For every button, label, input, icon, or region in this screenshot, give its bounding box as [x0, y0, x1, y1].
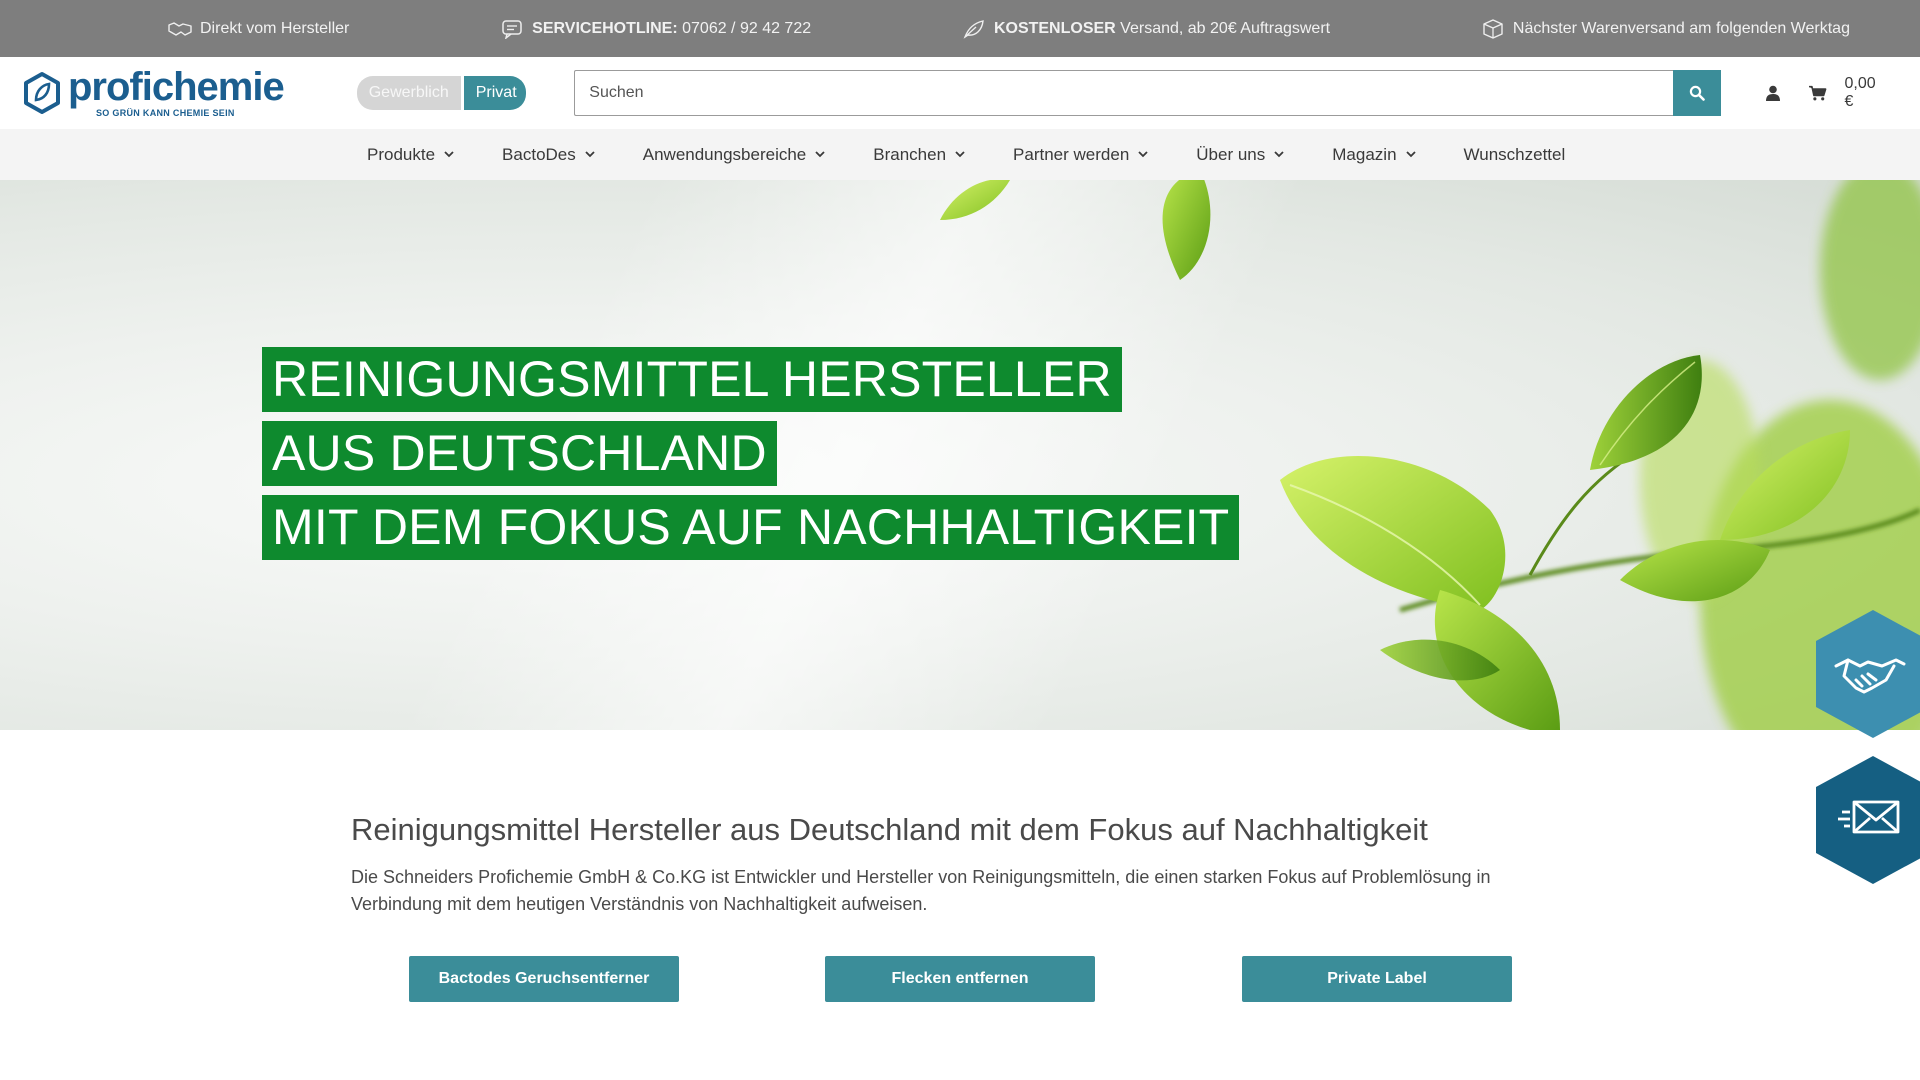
nav-item-branchen[interactable]: Branchen	[873, 145, 965, 165]
search-button[interactable]	[1673, 70, 1722, 116]
usp-manufacturer: Direkt vom Hersteller	[168, 19, 349, 39]
shipping-label: KOSTENLOSER	[993, 19, 1116, 37]
cta-row: Bactodes Geruchsentferner Flecken entfer…	[0, 956, 1920, 1002]
search-input[interactable]	[574, 70, 1674, 116]
main-navigation: Produkte BactoDes Anwendungsbereiche Bra…	[0, 129, 1920, 180]
nav-item-produkte[interactable]: Produkte	[367, 145, 454, 165]
handshake-icon	[1816, 610, 1920, 738]
mail-icon	[1816, 756, 1920, 884]
hero-line-1: REINIGUNGSMITTEL HERSTELLER	[262, 347, 1122, 412]
cart-icon	[1808, 85, 1827, 101]
handshake-icon	[168, 21, 192, 36]
nav-item-wunschzettel[interactable]: Wunschzettel	[1464, 145, 1566, 165]
usp-shipping: KOSTENLOSER Versand, ab 20€ Auftragswert	[962, 19, 1330, 39]
usp-dispatch: Nächster Warenversand am folgenden Werkt…	[1481, 18, 1850, 39]
cart-button[interactable]: 0,00 €	[1808, 75, 1888, 111]
chevron-down-icon	[585, 151, 595, 158]
intro-section: Reinigungsmittel Hersteller aus Deutschl…	[351, 808, 1581, 918]
hotline-number[interactable]: 07062 / 92 42 722	[678, 20, 811, 37]
nav-item-anwendungsbereiche[interactable]: Anwendungsbereiche	[643, 145, 826, 165]
customer-type-business[interactable]: Gewerblich	[356, 76, 461, 110]
account-button[interactable]	[1761, 85, 1785, 101]
site-header: profichemie SO GRÜN KANN CHEMIE SEIN Gew…	[0, 57, 1920, 129]
chevron-down-icon	[1405, 151, 1416, 158]
flecken-entfernen-button[interactable]: Flecken entfernen	[825, 956, 1095, 1002]
nav-item-magazin[interactable]: Magazin	[1332, 145, 1416, 165]
floating-partner-button[interactable]	[1806, 608, 1920, 745]
header-actions: 0,00 €	[1761, 75, 1888, 111]
private-label-button[interactable]: Private Label	[1242, 956, 1512, 1002]
shipping-text: Versand, ab 20€ Auftragswert	[1115, 19, 1331, 37]
hero-line-2: AUS DEUTSCHLAND	[262, 421, 777, 486]
chevron-down-icon	[955, 151, 965, 158]
hero-banner: REINIGUNGSMITTEL HERSTELLER AUS DEUTSCHL…	[0, 180, 1920, 730]
cart-total: 0,00 €	[1844, 75, 1876, 110]
floating-mail-button[interactable]	[1816, 754, 1920, 891]
brand-name: profichemie	[68, 65, 285, 109]
nav-item-partner-werden[interactable]: Partner werden	[1013, 145, 1148, 165]
top-info-bar: Direkt vom Hersteller SERVICEHOTLINE: 07…	[0, 0, 1920, 57]
leaf-icon	[963, 19, 984, 39]
nav-item-bactodes[interactable]: BactoDes	[502, 145, 595, 165]
brand-slogan: SO GRÜN KANN CHEMIE SEIN	[96, 108, 235, 118]
site-logo[interactable]: profichemie SO GRÜN KANN CHEMIE SEIN	[22, 65, 285, 118]
intro-title: Reinigungsmittel Hersteller aus Deutschl…	[351, 812, 1428, 847]
chevron-down-icon	[1274, 151, 1284, 158]
search-bar	[574, 70, 1722, 116]
customer-type-toggle: Gewerblich Privat	[356, 76, 527, 110]
intro-text: Die Schneiders Profichemie GmbH & Co.KG …	[351, 867, 1491, 914]
user-icon	[1766, 85, 1781, 101]
usp-hotline: SERVICEHOTLINE: 07062 / 92 42 722	[500, 19, 811, 39]
chat-icon	[502, 19, 522, 39]
search-icon	[1690, 85, 1706, 101]
logo-hexagon-icon	[24, 72, 60, 114]
customer-type-private[interactable]: Privat	[463, 76, 527, 110]
hotline-label: SERVICEHOTLINE:	[532, 19, 678, 37]
chevron-down-icon	[1138, 151, 1148, 158]
hero-headline: REINIGUNGSMITTEL HERSTELLER AUS DEUTSCHL…	[262, 347, 1240, 560]
hero-line-3: MIT DEM FOKUS AUF NACHHALTIGKEIT	[262, 495, 1240, 560]
chevron-down-icon	[444, 151, 454, 158]
bactodes-button[interactable]: Bactodes Geruchsentferner	[409, 956, 679, 1002]
package-icon	[1483, 18, 1503, 39]
chevron-down-icon	[815, 151, 825, 158]
nav-item-ueber-uns[interactable]: Über uns	[1196, 145, 1284, 165]
